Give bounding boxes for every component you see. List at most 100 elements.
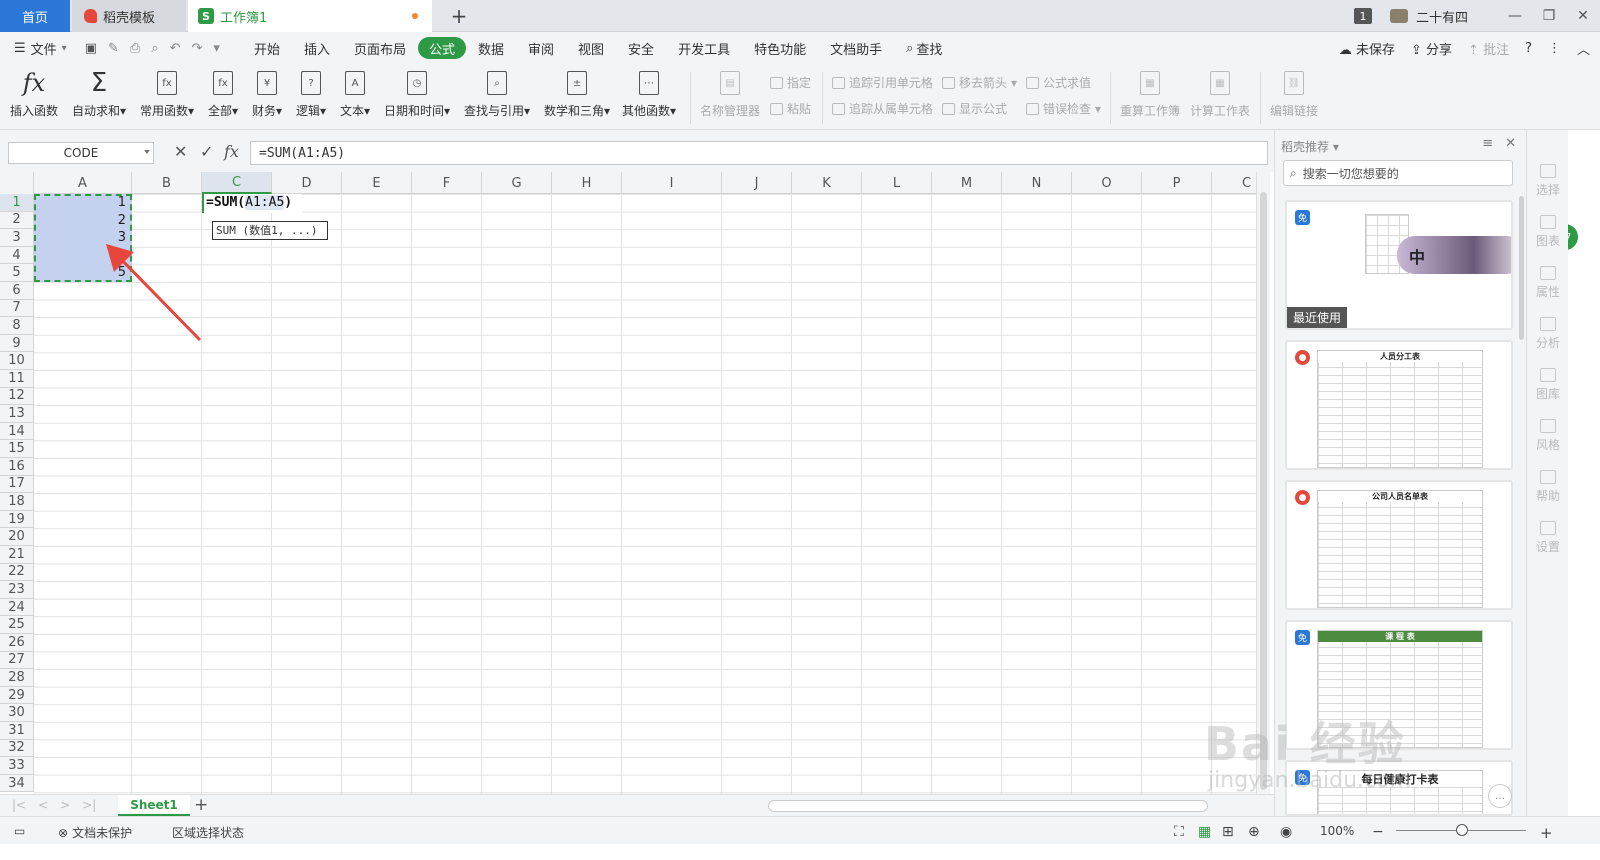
help-button[interactable]: ? — [1525, 41, 1532, 56]
panel-title[interactable]: 稻壳推荐 ▾ — [1281, 138, 1339, 155]
zoom-in-button[interactable]: + — [1540, 824, 1553, 842]
show-formulas-button[interactable]: 显示公式 — [942, 100, 1007, 117]
row-header[interactable]: 9 — [0, 334, 34, 353]
paste-name-button[interactable]: 粘贴 — [770, 100, 811, 117]
tab-6[interactable]: 视图 — [566, 37, 616, 59]
minimize-button[interactable]: — — [1498, 0, 1532, 32]
editing-cell-c1[interactable]: =SUM(A1:A5) — [202, 194, 302, 213]
row-header[interactable]: 6 — [0, 282, 34, 300]
error-check-button[interactable]: 错误检查 ▾ — [1026, 100, 1101, 117]
row-header[interactable]: 19 — [0, 510, 34, 529]
chevron-down-icon[interactable] — [144, 150, 150, 154]
horizontal-scrollbar[interactable] — [768, 800, 1208, 812]
cell-a1[interactable]: 1 — [34, 194, 130, 212]
rail-item[interactable]: 属性 — [1527, 266, 1569, 300]
row-header[interactable]: 16 — [0, 458, 34, 476]
template-card[interactable]: ● 公司人员名单表 — [1285, 480, 1513, 610]
tab-9[interactable]: 特色功能 — [742, 37, 818, 59]
select-all-corner[interactable] — [0, 172, 34, 194]
rail-item[interactable]: 帮助 — [1527, 470, 1569, 504]
row-header[interactable]: 11 — [0, 370, 34, 388]
redo-icon[interactable]: ↷ — [192, 41, 203, 56]
template-card-recent[interactable]: 免 中 最近使用 — [1285, 200, 1513, 330]
rail-item[interactable]: 风格 — [1527, 419, 1569, 453]
column-header[interactable]: A — [34, 172, 132, 194]
unsaved-cloud-button[interactable]: ☁ 未保存 — [1339, 39, 1395, 58]
collapse-ribbon-button[interactable]: ︿ — [1577, 39, 1590, 58]
row-header[interactable]: 3 — [0, 229, 34, 247]
normal-view-icon[interactable]: ▦ — [1198, 824, 1211, 840]
column-header[interactable]: M — [932, 172, 1002, 194]
row-header[interactable]: 15 — [0, 440, 34, 458]
column-header[interactable]: E — [342, 172, 412, 194]
row-header[interactable]: 31 — [0, 722, 34, 740]
row-header[interactable]: 26 — [0, 634, 34, 652]
row-header[interactable]: 23 — [0, 581, 34, 599]
row-header[interactable]: 2 — [0, 211, 34, 230]
print-preview-icon[interactable]: ⌕ — [151, 41, 158, 56]
zoom-level[interactable]: 100% — [1320, 824, 1354, 838]
row-header[interactable]: 33 — [0, 757, 34, 775]
customize-icon[interactable]: ▾ — [213, 41, 220, 56]
tab-docer-templates[interactable]: 稻壳模板 — [72, 0, 186, 32]
tab-0[interactable]: 开始 — [242, 37, 292, 59]
tab-8[interactable]: 开发工具 — [666, 37, 742, 59]
common-functions-button[interactable]: fx 常用函数▾ — [140, 68, 194, 119]
edit-links-button[interactable]: ⛓ 编辑链接 — [1270, 68, 1318, 119]
reading-mode-icon[interactable]: ⊕ — [1248, 824, 1260, 840]
datetime-functions-button[interactable]: ◷ 日期和时间▾ — [384, 68, 450, 119]
format-painter-icon[interactable]: ✎ — [108, 41, 119, 56]
tab-5[interactable]: 审阅 — [516, 37, 566, 59]
row-header[interactable]: 10 — [0, 352, 34, 370]
autosum-button[interactable]: Σ 自动求和▾ — [72, 68, 126, 119]
share-button[interactable]: ⇪ 分享 — [1411, 39, 1452, 58]
tab-2[interactable]: 页面布局 — [342, 37, 418, 59]
undo-icon[interactable]: ↶ — [170, 41, 181, 56]
new-tab-button[interactable]: + — [444, 0, 474, 32]
row-header[interactable]: 27 — [0, 651, 34, 670]
column-header[interactable]: G — [482, 172, 552, 194]
rail-item[interactable]: 分析 — [1527, 317, 1569, 351]
panel-scrollbar[interactable] — [1519, 196, 1524, 340]
rail-item[interactable]: 图库 — [1527, 368, 1569, 402]
text-functions-button[interactable]: A 文本▾ — [340, 68, 370, 119]
rail-item[interactable]: 图表 — [1527, 215, 1569, 249]
row-header[interactable]: 14 — [0, 422, 34, 441]
user-account[interactable]: 二十有四 — [1389, 7, 1468, 26]
row-header[interactable]: 21 — [0, 546, 34, 564]
row-header[interactable]: 24 — [0, 598, 34, 617]
confirm-formula-button[interactable]: ✓ — [200, 142, 213, 161]
row-header[interactable]: 4 — [0, 246, 34, 265]
sheet-nav-button[interactable]: |< — [12, 798, 26, 812]
panel-close-icon[interactable]: ✕ — [1505, 136, 1516, 151]
panel-search-input[interactable]: ⌕ 搜索一切您想要的 — [1283, 160, 1513, 186]
sheet-nav-button[interactable]: < — [38, 798, 48, 812]
zoom-out-button[interactable]: − — [1372, 824, 1384, 840]
all-functions-button[interactable]: fx 全部▾ — [208, 68, 238, 119]
row-header[interactable]: 13 — [0, 405, 34, 423]
remove-arrows-button[interactable]: 移去箭头 ▾ — [942, 74, 1017, 91]
tab-workbook[interactable]: S 工作簿1 — [188, 0, 432, 32]
recalc-workbook-button[interactable]: ▦ 重算工作簿 — [1120, 68, 1180, 119]
math-functions-button[interactable]: ± 数学和三角▾ — [544, 68, 610, 119]
other-functions-button[interactable]: ⋯ 其他函数▾ — [622, 68, 676, 119]
page-break-view-icon[interactable]: ⊞ — [1222, 824, 1234, 840]
lookup-functions-button[interactable]: ⌕ 查找与引用▾ — [464, 68, 530, 119]
column-header[interactable]: H — [552, 172, 622, 194]
row-header[interactable]: 8 — [0, 317, 34, 335]
trace-precedents-button[interactable]: 追踪引用单元格 — [832, 74, 933, 91]
formula-input[interactable]: =SUM(A1:A5) — [250, 141, 1268, 165]
row-header[interactable]: 30 — [0, 704, 34, 722]
tab-home[interactable]: 首页 — [0, 0, 70, 32]
row-header[interactable]: 22 — [0, 563, 34, 582]
row-header[interactable]: 28 — [0, 669, 34, 687]
specify-button[interactable]: 指定 — [770, 74, 811, 91]
restore-button[interactable]: ❐ — [1532, 0, 1566, 32]
logic-functions-button[interactable]: ? 逻辑▾ — [296, 68, 326, 119]
chat-icon[interactable]: … — [1488, 784, 1512, 808]
tab-10[interactable]: 文档助手 — [818, 37, 894, 59]
row-header[interactable]: 20 — [0, 528, 34, 546]
column-header[interactable]: C — [1212, 172, 1256, 194]
row-header[interactable]: 18 — [0, 493, 34, 511]
template-card[interactable]: ● 人员分工表 — [1285, 340, 1513, 470]
